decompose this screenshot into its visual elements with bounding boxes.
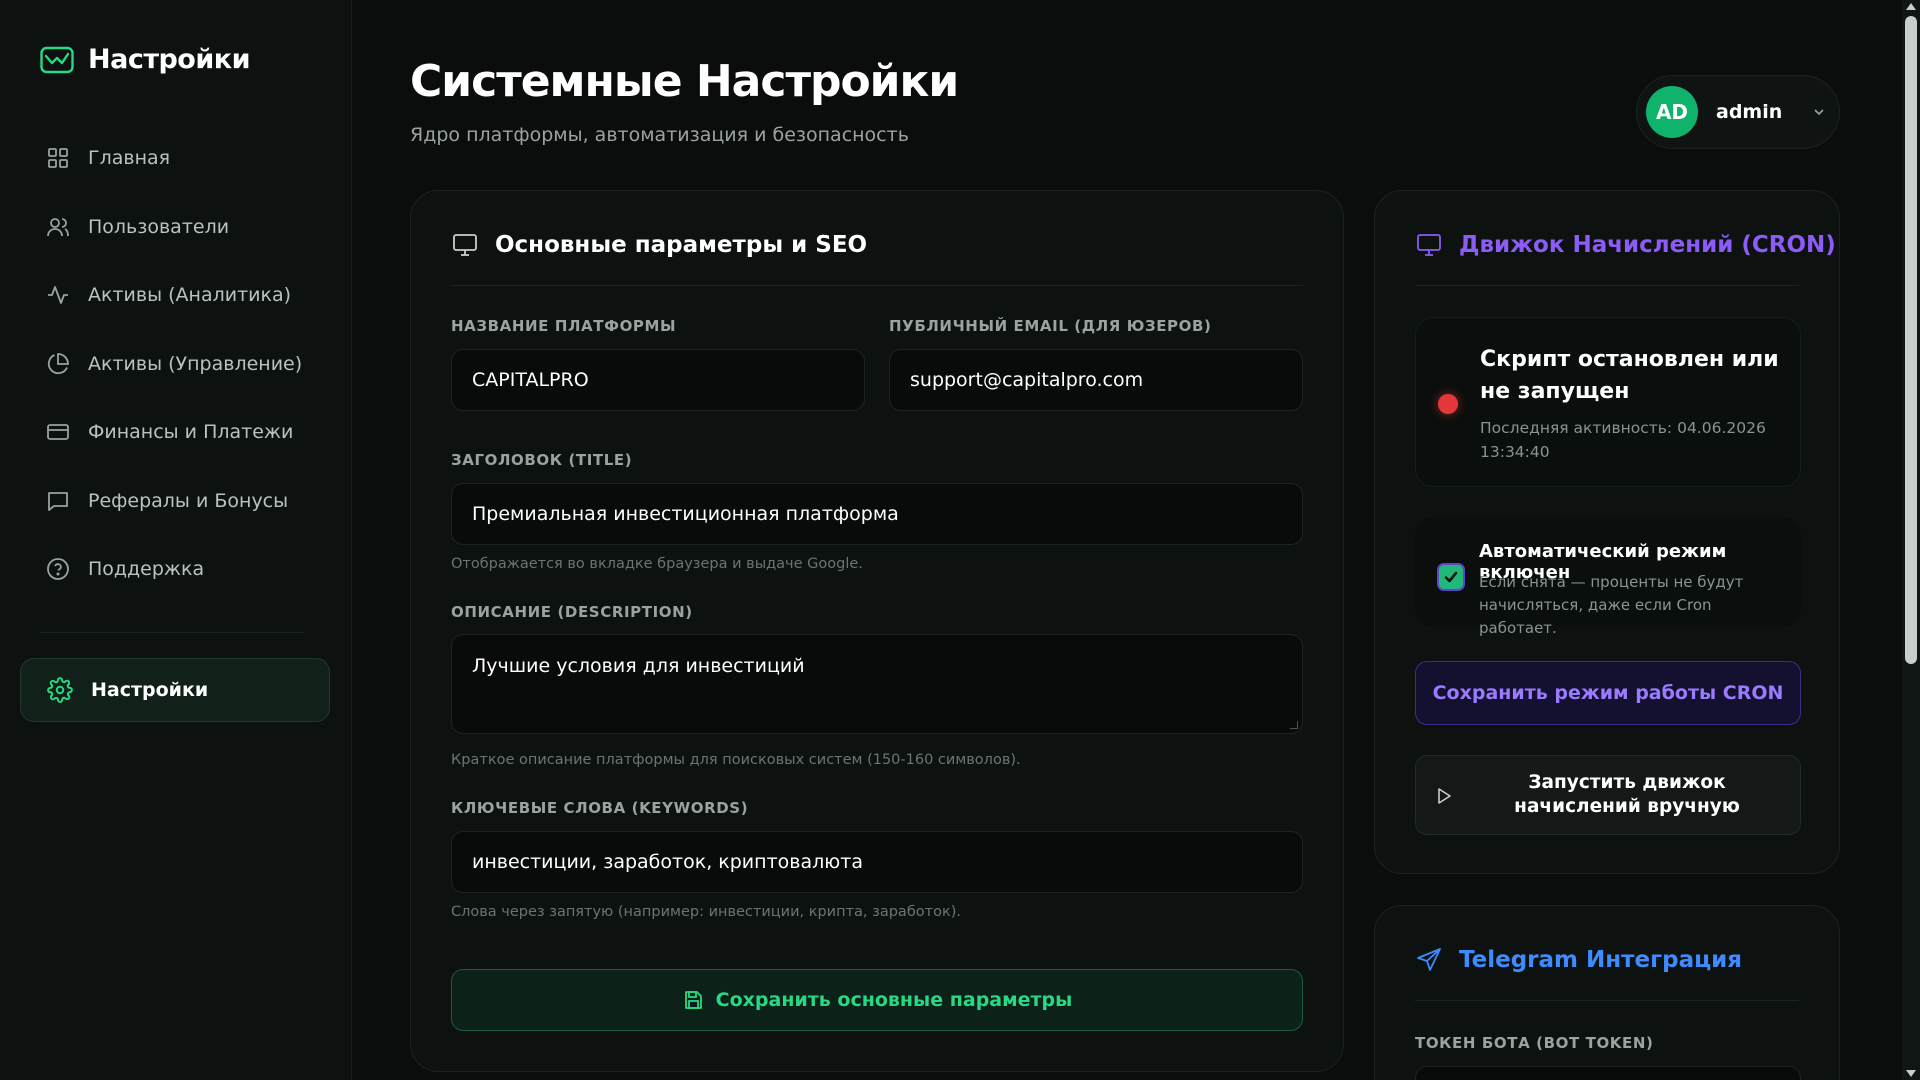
auto-mode-description: Если снята — проценты не будут начислять… — [1479, 573, 1744, 637]
gear-icon — [47, 677, 73, 703]
avatar: AD — [1646, 86, 1698, 138]
sidebar-item-label: Активы (Аналитика) — [88, 284, 292, 306]
sidebar-item-label: Рефералы и Бонусы — [88, 489, 289, 512]
divider — [1415, 285, 1799, 286]
sidebar-item-finance[interactable]: Финансы и Платежи — [20, 404, 330, 460]
title-field-label: Заголовок (Title) — [451, 451, 633, 469]
status-title: Скрипт остановлен или не запущен — [1480, 347, 1779, 404]
sidebar-item-label: Активы (Управление) — [88, 352, 303, 375]
button-label: Сохранить режим работы CRON — [1432, 682, 1784, 704]
status-indicator — [1438, 394, 1458, 414]
panel-title: Движок Начислений (CRON) — [1459, 232, 1836, 258]
panel-title: Telegram Интеграция — [1459, 947, 1743, 973]
help-circle-icon — [47, 558, 69, 580]
cron-panel: Движок Начислений (CRON) Скрипт остановл… — [1374, 190, 1840, 874]
chart-window-icon — [40, 46, 74, 73]
input-value: Лучшие условия для инвестиций — [472, 655, 805, 677]
cron-status-card: Скрипт остановлен или не запущен Последн… — [1415, 317, 1801, 487]
description-hint: Краткое описание платформы для поисковых… — [451, 752, 1021, 768]
user-name: admin — [1716, 101, 1783, 123]
sidebar-item-users[interactable]: Пользователи — [20, 199, 330, 255]
sidebar-item-home[interactable]: Главная — [20, 130, 330, 186]
scroll-up-arrow-icon[interactable] — [1906, 3, 1916, 10]
keywords-field-label: Ключевые слова (Keywords) — [451, 799, 749, 817]
public-email-label: Публичный email (для юзеров) — [889, 317, 1212, 335]
sidebar-item-assets-management[interactable]: Активы (Управление) — [20, 336, 330, 392]
sidebar-item-referrals[interactable]: Рефералы и Бонусы — [20, 473, 330, 529]
button-label: Запустить движок начислений вручную — [1514, 772, 1740, 817]
bot-token-input[interactable] — [1415, 1066, 1801, 1080]
auto-mode-checkbox[interactable] — [1437, 563, 1465, 591]
message-icon — [48, 491, 68, 511]
sidebar-item-label: Поддержка — [88, 558, 205, 580]
sidebar-item-label: Финансы и Платежи — [88, 421, 294, 443]
description-textarea[interactable]: Лучшие условия для инвестиций — [451, 634, 1303, 734]
activity-icon — [48, 286, 68, 304]
sidebar-item-label: Главная — [88, 147, 171, 169]
keywords-input[interactable]: инвестиции, заработок, криптовалюта — [451, 831, 1303, 893]
sidebar-item-support[interactable]: Поддержка — [20, 541, 330, 597]
pie-chart-icon — [47, 352, 69, 374]
send-icon — [1417, 948, 1441, 971]
button-label: Сохранить основные параметры — [715, 989, 1073, 1011]
sidebar-item-assets-analytics[interactable]: Активы (Аналитика) — [20, 267, 330, 323]
page-subtitle: Ядро платформы, автоматизация и безопасн… — [410, 124, 909, 146]
panel-title: Основные параметры и SEO — [495, 232, 868, 258]
input-value: Премиальная инвестиционная платформа — [472, 503, 899, 525]
platform-name-input[interactable]: CAPITALPRO — [451, 349, 865, 411]
bot-token-label: Токен бота (Bot Token) — [1415, 1034, 1654, 1052]
divider — [1415, 1000, 1799, 1001]
auto-mode-card: Автоматический режим включен Если снята … — [1415, 517, 1801, 637]
brand[interactable]: Настройки — [40, 44, 251, 75]
monitor-icon — [453, 234, 477, 256]
title-hint: Отображается во вкладке браузера и выдач… — [451, 556, 863, 572]
main-settings-panel: Основные параметры и SEO Название платфо… — [410, 190, 1344, 1072]
check-icon — [1444, 571, 1458, 583]
panel-header: Telegram Интеграция — [1415, 946, 1742, 974]
save-icon — [684, 991, 702, 1009]
sidebar-item-settings[interactable]: Настройки — [20, 658, 330, 722]
input-value: инвестиции, заработок, криптовалюта — [472, 851, 863, 873]
page-title: Системные Настройки — [410, 56, 959, 107]
run-engine-button[interactable]: Запустить движок начислений вручную — [1415, 755, 1801, 835]
description-field-label: Описание (Description) — [451, 603, 693, 621]
save-main-settings-button[interactable]: Сохранить основные параметры — [451, 969, 1303, 1031]
play-icon — [1438, 788, 1451, 804]
public-email-input[interactable]: support@capitalpro.com — [889, 349, 1303, 411]
sidebar-item-label: Настройки — [91, 679, 209, 701]
brand-title: Настройки — [88, 44, 251, 75]
panel-header: Основные параметры и SEO — [451, 231, 867, 259]
sidebar-item-label: Пользователи — [88, 215, 230, 238]
save-cron-mode-button[interactable]: Сохранить режим работы CRON — [1415, 661, 1801, 725]
divider — [451, 285, 1303, 286]
telegram-panel: Telegram Интеграция Токен бота (Bot Toke… — [1374, 905, 1840, 1080]
panel-header: Движок Начислений (CRON) — [1415, 231, 1836, 259]
sidebar-divider — [40, 632, 304, 633]
title-input[interactable]: Премиальная инвестиционная платформа — [451, 483, 1303, 545]
monitor-icon — [1417, 234, 1441, 256]
chevron-down-icon — [1814, 109, 1824, 116]
sidebar-nav: Главная Пользователи Активы (Аналитика) … — [20, 130, 330, 610]
platform-name-label: Название платформы — [451, 317, 677, 335]
scrollbar-thumb[interactable] — [1905, 16, 1917, 664]
user-menu[interactable]: AD admin — [1636, 75, 1840, 149]
resize-handle[interactable] — [1290, 721, 1298, 729]
scroll-down-arrow-icon[interactable] — [1906, 1070, 1916, 1077]
scrollbar[interactable] — [1902, 0, 1920, 1080]
input-value: CAPITALPRO — [472, 369, 589, 391]
keywords-hint: Слова через запятую (например: инвестици… — [451, 904, 961, 920]
input-value: support@capitalpro.com — [910, 369, 1144, 391]
users-icon — [47, 217, 69, 236]
sidebar: Настройки Главная Пользователи Активы (А… — [0, 0, 352, 1080]
grid-icon — [48, 148, 68, 168]
last-activity: Последняя активность: 04.06.2026 13:34:4… — [1480, 419, 1766, 461]
credit-card-icon — [47, 424, 69, 440]
